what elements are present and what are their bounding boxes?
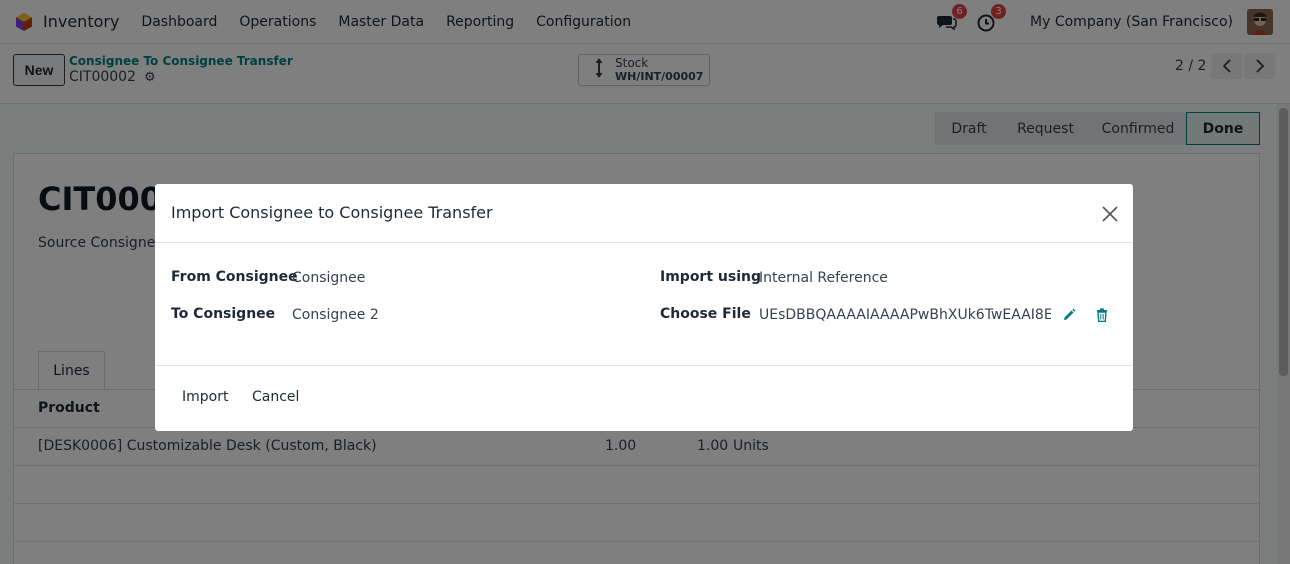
close-icon[interactable] <box>1100 204 1120 224</box>
dialog-footer-divider <box>155 365 1133 366</box>
choose-file-label: Choose File <box>660 306 751 322</box>
to-consignee-label: To Consignee <box>171 306 276 322</box>
import-using-field[interactable]: Internal Reference <box>759 270 888 286</box>
trash-icon[interactable] <box>1096 308 1108 326</box>
from-consignee-label: From Consignee <box>171 269 298 285</box>
pencil-icon[interactable] <box>1062 308 1076 326</box>
dialog-header-divider <box>155 242 1133 243</box>
dialog-title: Import Consignee to Consignee Transfer <box>171 203 493 222</box>
import-using-label: Import using <box>660 269 761 285</box>
from-consignee-field[interactable]: Consignee <box>292 270 365 286</box>
import-button[interactable]: Import <box>182 389 228 405</box>
choose-file-value[interactable]: UEsDBBQAAAAIAAAAPwBhXUk6TwEAAI8EAAAT <box>759 307 1051 323</box>
cancel-button[interactable]: Cancel <box>252 389 299 405</box>
import-dialog: Import Consignee to Consignee Transfer F… <box>155 184 1133 431</box>
to-consignee-field[interactable]: Consignee 2 <box>292 307 379 323</box>
